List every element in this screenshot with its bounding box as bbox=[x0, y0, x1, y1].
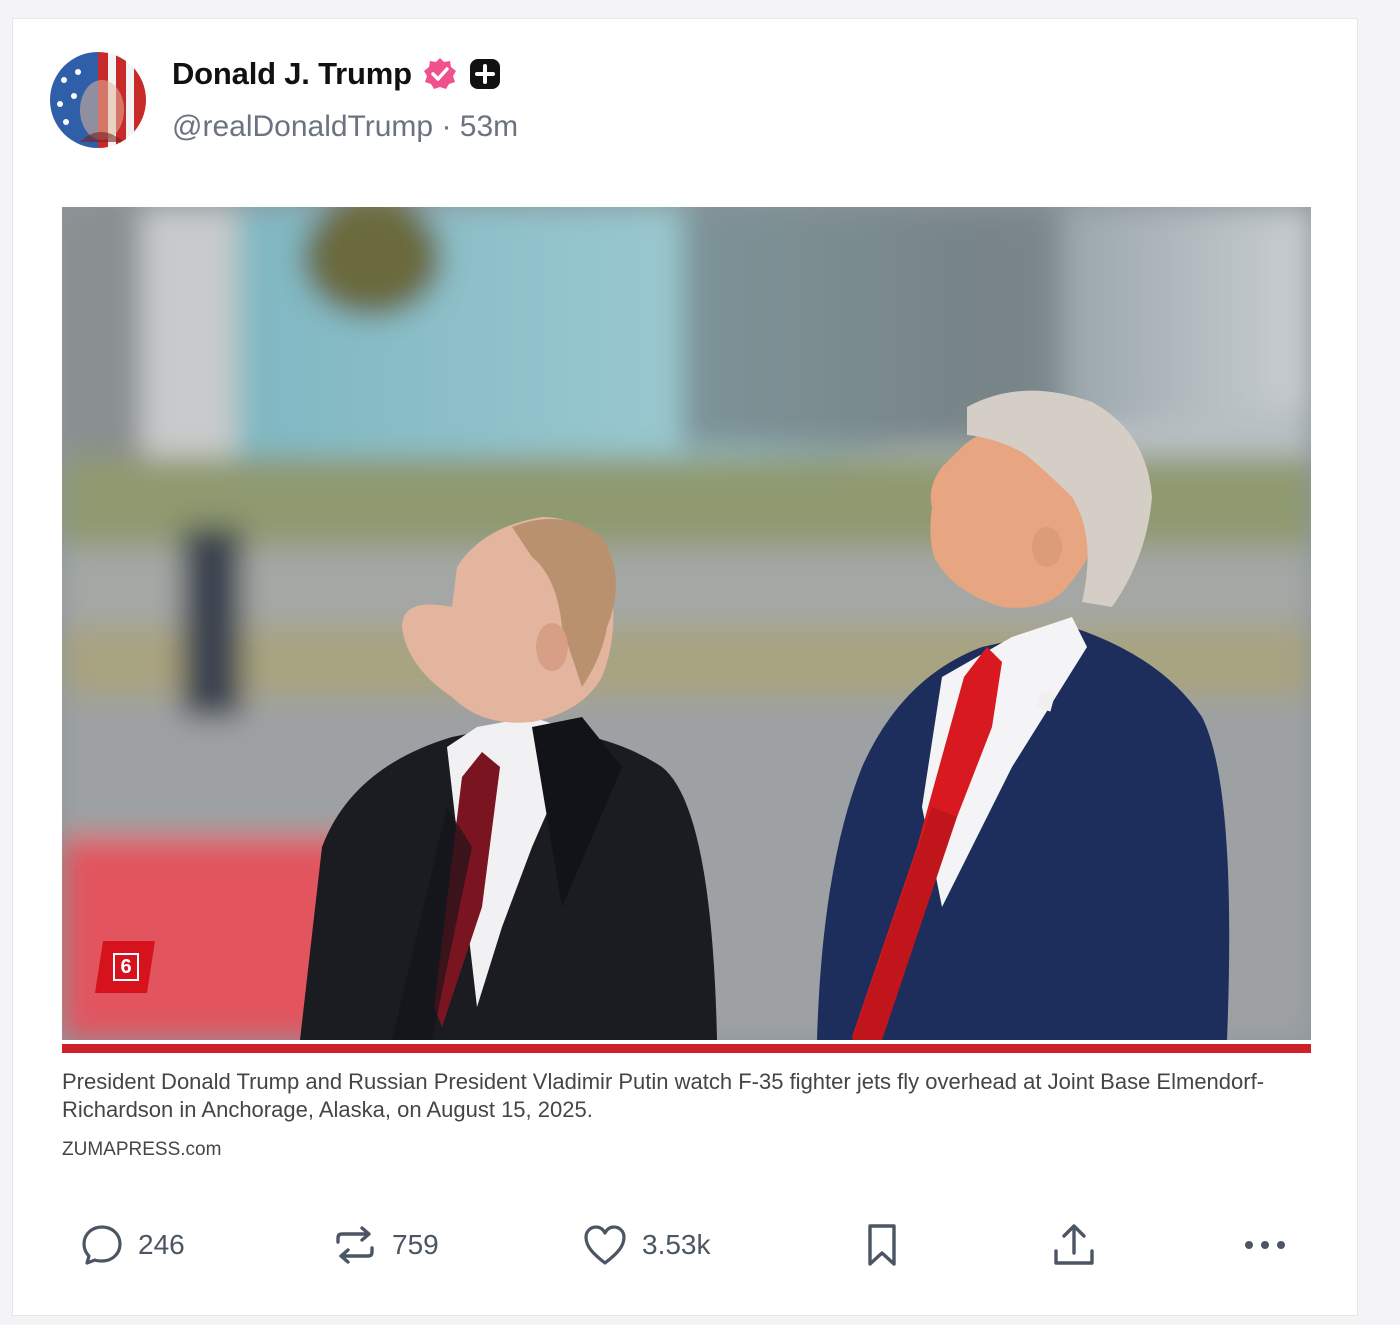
photo-caption: President Donald Trump and Russian Presi… bbox=[62, 1069, 1265, 1122]
avatar-flag-icon bbox=[50, 52, 146, 148]
watermark-number: 6 bbox=[113, 953, 139, 981]
more-options-button[interactable] bbox=[1242, 1214, 1288, 1276]
like-button[interactable]: 3.53k bbox=[582, 1214, 711, 1276]
share-button[interactable] bbox=[1050, 1214, 1098, 1276]
repost-button[interactable]: 759 bbox=[332, 1214, 439, 1276]
plus-square-icon bbox=[468, 57, 502, 91]
photo-scene bbox=[62, 207, 1311, 1040]
post-meta: @realDonaldTrump · 53m bbox=[172, 110, 518, 144]
avatar[interactable] bbox=[50, 52, 146, 148]
reply-count: 246 bbox=[138, 1229, 185, 1260]
post-photo[interactable] bbox=[62, 207, 1311, 1040]
heart-icon bbox=[582, 1223, 628, 1267]
bookmark-button[interactable] bbox=[862, 1214, 902, 1276]
post-time[interactable]: 53m bbox=[460, 110, 518, 143]
meta-separator: · bbox=[441, 110, 452, 143]
bookmark-icon bbox=[862, 1222, 902, 1268]
verified-check-icon bbox=[422, 56, 458, 92]
photo-accent-bar bbox=[62, 1044, 1311, 1053]
like-count: 3.53k bbox=[642, 1229, 711, 1260]
reply-button[interactable]: 246 bbox=[80, 1214, 185, 1276]
repost-arrows-icon bbox=[332, 1222, 378, 1268]
speech-bubble-icon bbox=[80, 1223, 124, 1267]
author-row: Donald J. Trump bbox=[172, 54, 502, 94]
handle[interactable]: @realDonaldTrump bbox=[172, 110, 433, 143]
photo-credit: ZUMAPRESS.com bbox=[62, 1139, 222, 1160]
ellipsis-icon bbox=[1242, 1235, 1288, 1255]
share-upload-icon bbox=[1050, 1221, 1098, 1269]
repost-count: 759 bbox=[392, 1229, 439, 1260]
action-bar: 246 759 3.53k bbox=[0, 1214, 1400, 1276]
display-name[interactable]: Donald J. Trump bbox=[172, 56, 412, 92]
